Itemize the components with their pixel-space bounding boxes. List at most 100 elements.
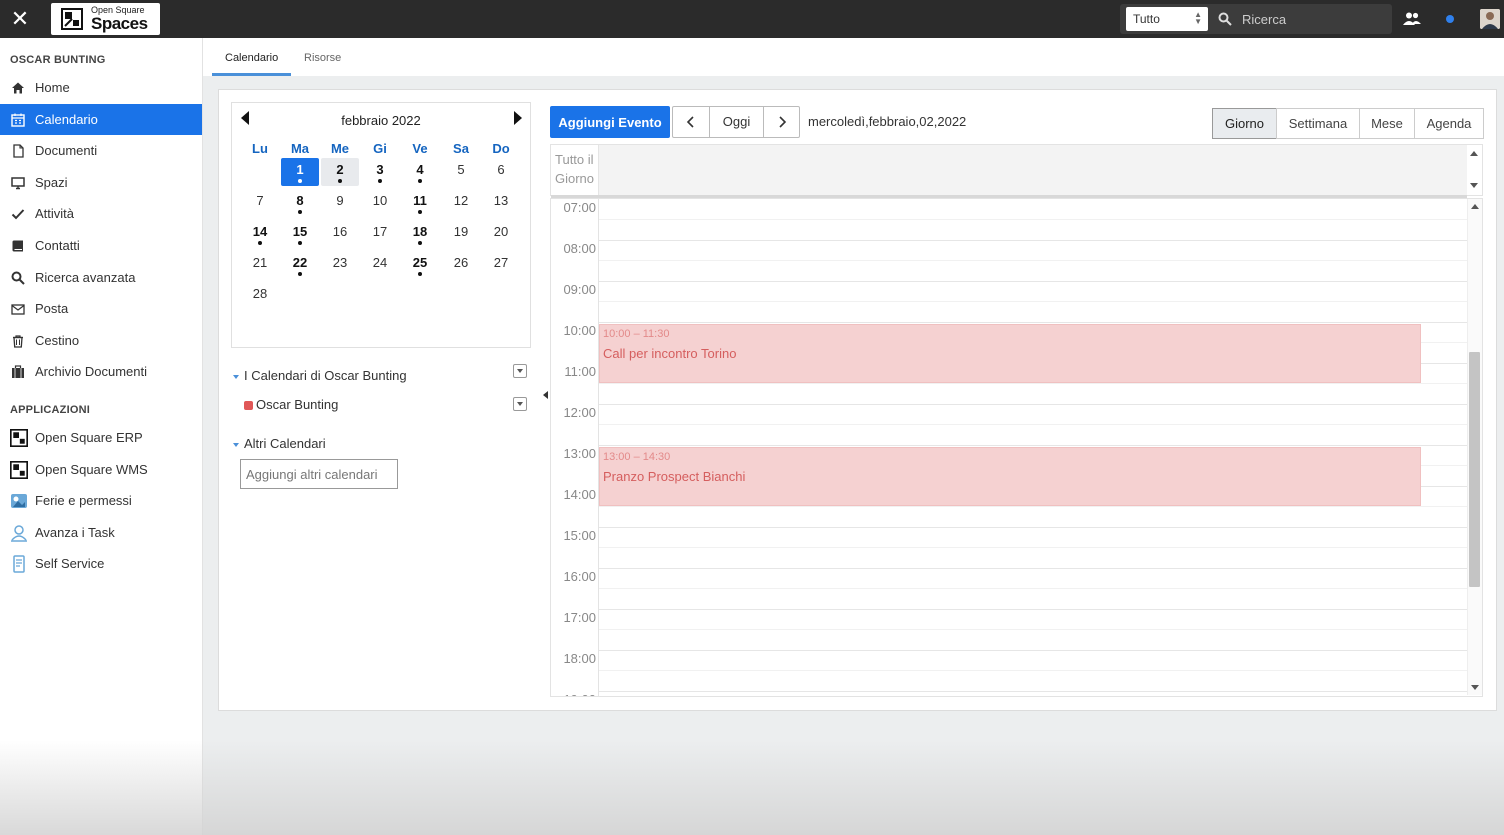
calendar-day[interactable]: 15 <box>281 220 319 248</box>
calendar-day[interactable]: 21 <box>241 251 279 279</box>
calendar-day[interactable]: 10 <box>361 189 399 217</box>
hour-label: 08:00 <box>563 241 596 256</box>
calendar-day-number: 14 <box>252 224 268 239</box>
calendar-day[interactable]: 25 <box>401 251 439 279</box>
open-square-logo-icon <box>10 461 28 479</box>
sidebar-item-label: Spazi <box>35 175 68 190</box>
calendar-day-number: 18 <box>412 224 428 239</box>
calendar-day[interactable]: 19 <box>442 220 480 248</box>
calendar-day[interactable]: 23 <box>321 251 359 279</box>
today-button[interactable]: Oggi <box>709 106 764 138</box>
calendar-day-number: 15 <box>292 224 308 239</box>
avatar[interactable] <box>1480 9 1500 29</box>
tab-calendario[interactable]: Calendario <box>225 52 278 64</box>
calendar-day[interactable]: 20 <box>482 220 520 248</box>
sidebar-item-posta[interactable]: Posta <box>0 293 202 324</box>
sidebar-item-spazi[interactable]: Spazi <box>0 167 202 198</box>
sidebar-item-archivio-documenti[interactable]: Archivio Documenti <box>0 356 202 387</box>
event-indicator-dot <box>418 241 422 245</box>
status-indicator[interactable] <box>1446 15 1454 23</box>
my-calendars-heading[interactable]: I Calendari di Oscar Bunting <box>233 368 407 383</box>
calendar-day[interactable]: 12 <box>442 189 480 217</box>
all-day-scrollbar[interactable] <box>1467 146 1481 194</box>
my-calendars-menu-button[interactable] <box>513 364 527 378</box>
search-input[interactable]: Ricerca <box>1242 12 1286 27</box>
calendar-day[interactable]: 6 <box>482 158 520 186</box>
calendar-day[interactable]: 9 <box>321 189 359 217</box>
calendar-day[interactable]: 13 <box>482 189 520 217</box>
add-event-button[interactable]: Aggiungi Evento <box>550 106 670 138</box>
view-agenda-button[interactable]: Agenda <box>1414 108 1484 139</box>
calendar-day-number: 23 <box>332 255 348 270</box>
hour-gridline <box>599 691 1467 692</box>
sidebar-item-contatti[interactable]: Contatti <box>0 230 202 261</box>
view-week-button[interactable]: Settimana <box>1276 108 1360 139</box>
search-scope-select[interactable]: Tutto ▲ ▼ <box>1126 7 1208 31</box>
calendar-item-oscar-bunting[interactable]: Oscar Bunting <box>244 397 338 412</box>
collapse-left-panel-icon[interactable] <box>543 391 548 399</box>
calendar-day[interactable]: 27 <box>482 251 520 279</box>
calendar-day[interactable]: 18 <box>401 220 439 248</box>
people-icon[interactable] <box>1403 11 1421 27</box>
calendar-day[interactable]: 24 <box>361 251 399 279</box>
half-hour-gridline <box>599 383 1467 384</box>
calendar-day[interactable]: 26 <box>442 251 480 279</box>
all-day-cell[interactable] <box>598 145 1467 195</box>
scrollbar-thumb[interactable] <box>1469 352 1480 587</box>
calendar-day[interactable]: 7 <box>241 189 279 217</box>
hour-gridline <box>599 240 1467 241</box>
calendar-day[interactable]: 8 <box>281 189 319 217</box>
chevron-right-icon <box>778 116 786 128</box>
other-calendars-heading[interactable]: Altri Calendari <box>233 436 326 451</box>
close-icon[interactable]: ✕ <box>8 7 32 31</box>
sidebar-item-cestino[interactable]: Cestino <box>0 325 202 356</box>
calendar-day[interactable]: 2 <box>321 158 359 186</box>
calendar-day[interactable]: 11 <box>401 189 439 217</box>
calendar-day[interactable]: 17 <box>361 220 399 248</box>
weekday-header: Ve <box>412 141 428 156</box>
sidebar-app-ferie[interactable]: Ferie e permessi <box>0 485 202 516</box>
view-day-button[interactable]: Giorno <box>1212 108 1277 139</box>
weekday-header: Me <box>330 141 350 156</box>
calendar-day[interactable]: 1 <box>281 158 319 186</box>
next-day-button[interactable] <box>763 106 800 138</box>
sidebar-item-label: Home <box>35 80 70 95</box>
scroll-up-icon[interactable] <box>1471 204 1479 209</box>
calendar-day[interactable]: 28 <box>241 282 279 310</box>
bottom-fade-overlay <box>0 740 1504 835</box>
view-month-button[interactable]: Mese <box>1359 108 1415 139</box>
calendar-day[interactable]: 14 <box>241 220 279 248</box>
sidebar-item-calendario[interactable]: Calendario <box>0 104 202 135</box>
my-calendars-label: I Calendari di Oscar Bunting <box>244 368 407 383</box>
prev-day-button[interactable] <box>672 106 710 138</box>
next-month-icon[interactable] <box>513 110 523 126</box>
open-square-logo-icon <box>61 8 83 30</box>
calendar-day[interactable]: 5 <box>442 158 480 186</box>
sidebar-app-wms[interactable]: Open Square WMS <box>0 454 202 485</box>
hour-label: 16:00 <box>563 569 596 584</box>
sidebar-item-ricerca-avanzata[interactable]: Ricerca avanzata <box>0 262 202 293</box>
hour-gridline <box>599 568 1467 569</box>
calendar-item-menu-button[interactable] <box>513 397 527 411</box>
sidebar-app-self-service[interactable]: Self Service <box>0 548 202 579</box>
app-logo[interactable]: Open Square Spaces <box>51 3 160 35</box>
sidebar-item-home[interactable]: Home <box>0 72 202 103</box>
calendar-day[interactable]: 4 <box>401 158 439 186</box>
scroll-up-icon <box>1470 151 1478 156</box>
sidebar-app-erp[interactable]: Open Square ERP <box>0 422 202 453</box>
calendar-event[interactable]: 13:00 – 14:30 Pranzo Prospect Bianchi <box>599 447 1421 506</box>
add-calendar-input[interactable] <box>240 459 398 489</box>
calendar-day[interactable]: 3 <box>361 158 399 186</box>
calendar-day-number: 20 <box>493 224 509 239</box>
calendar-day-number: 26 <box>453 255 469 270</box>
tab-risorse[interactable]: Risorse <box>304 52 341 64</box>
event-indicator-dot <box>418 272 422 276</box>
sidebar-item-documenti[interactable]: Documenti <box>0 135 202 166</box>
sidebar-app-task[interactable]: Avanza i Task <box>0 517 202 548</box>
sidebar-item-attivita[interactable]: Attività <box>0 198 202 229</box>
scroll-down-icon[interactable] <box>1471 685 1479 690</box>
calendar-event[interactable]: 10:00 – 11:30 Call per incontro Torino <box>599 324 1421 383</box>
calendar-day-number: 19 <box>453 224 469 239</box>
calendar-day[interactable]: 22 <box>281 251 319 279</box>
calendar-day[interactable]: 16 <box>321 220 359 248</box>
